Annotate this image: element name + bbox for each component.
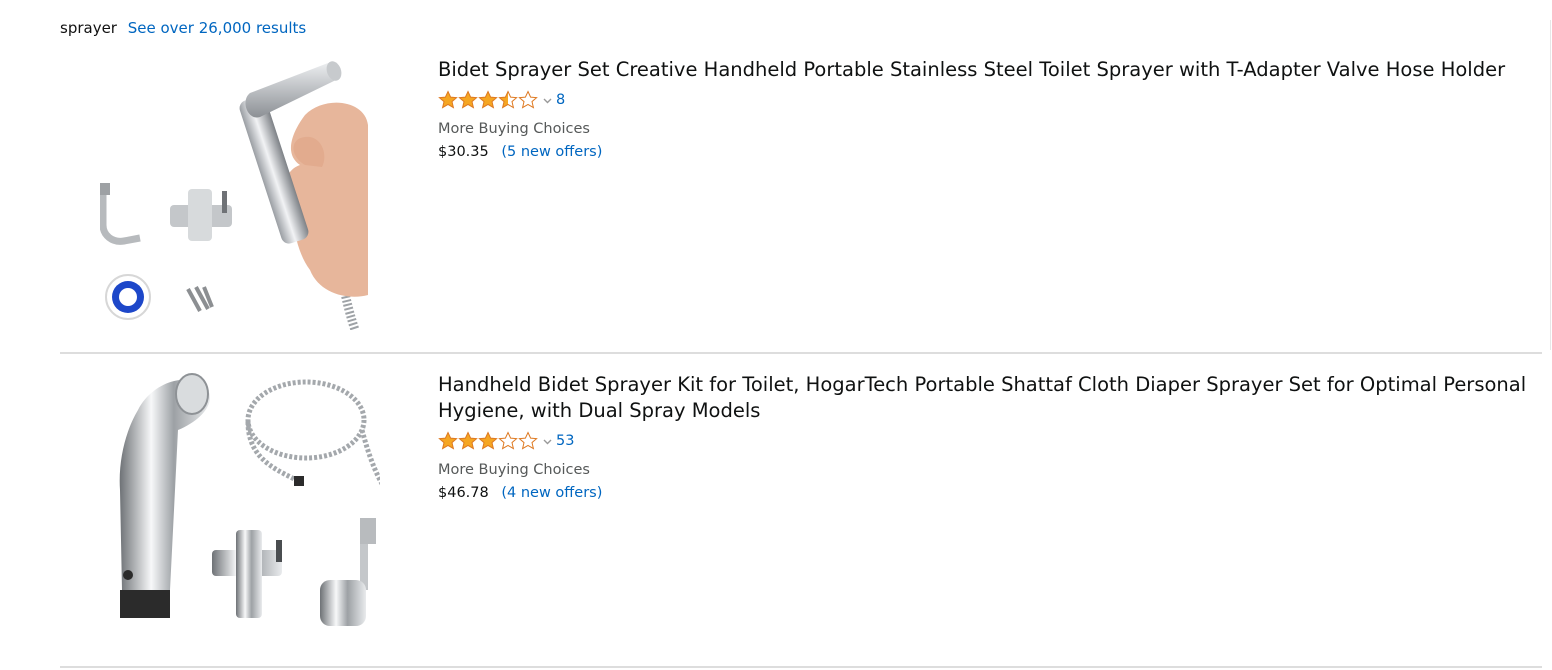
offers-link[interactable]: (4 new offers) — [501, 485, 602, 501]
result-divider — [60, 666, 1542, 668]
star-full-icon — [438, 431, 458, 450]
star-rating — [438, 431, 538, 451]
star-half-icon — [498, 90, 518, 109]
price-line: $30.35 (5 new offers) — [438, 144, 602, 160]
product-image[interactable] — [99, 55, 370, 332]
product-title[interactable]: Bidet Sprayer Set Creative Handheld Port… — [438, 57, 1538, 83]
price-line: $46.78 (4 new offers) — [438, 485, 602, 501]
offers-link[interactable]: (5 new offers) — [501, 144, 602, 160]
star-full-icon — [458, 90, 478, 109]
search-summary: sprayer See over 26,000 results — [60, 19, 306, 37]
star-full-icon — [478, 431, 498, 450]
rating[interactable]: 53 — [438, 431, 574, 451]
star-full-icon — [458, 431, 478, 450]
see-all-results-link[interactable]: See over 26,000 results — [128, 19, 306, 37]
chevron-down-icon[interactable] — [542, 95, 553, 106]
star-empty-icon — [498, 431, 518, 450]
more-buying-choices: More Buying Choices — [438, 121, 590, 137]
search-query: sprayer — [60, 19, 117, 37]
scrollbar-edge — [1550, 20, 1551, 350]
chevron-down-icon[interactable] — [542, 436, 553, 447]
star-full-icon — [438, 90, 458, 109]
star-empty-icon — [518, 431, 538, 450]
product-image[interactable] — [98, 370, 393, 646]
rating-count[interactable]: 53 — [556, 433, 574, 449]
more-buying-choices: More Buying Choices — [438, 462, 590, 478]
star-rating — [438, 90, 538, 110]
price: $46.78 — [438, 485, 489, 501]
rating-count[interactable]: 8 — [556, 92, 565, 108]
result-divider — [60, 352, 1542, 354]
price: $30.35 — [438, 144, 489, 160]
star-full-icon — [478, 90, 498, 109]
rating[interactable]: 8 — [438, 90, 565, 110]
star-empty-icon — [518, 90, 538, 109]
product-title[interactable]: Handheld Bidet Sprayer Kit for Toilet, H… — [438, 372, 1538, 424]
